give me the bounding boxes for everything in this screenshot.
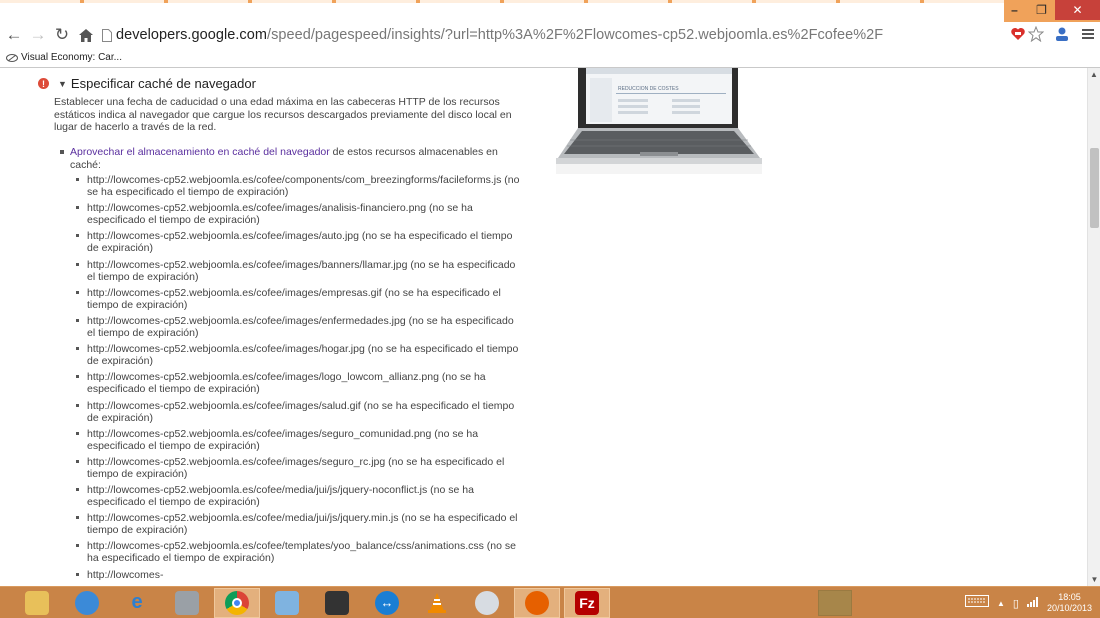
paint-palette-icon [475,590,499,615]
resource-list: http://lowcomes-cp52.webjoomla.es/cofee/… [76,174,520,586]
taskbar-movie-maker[interactable] [314,588,360,618]
rule-header[interactable]: ! ▼ Especificar caché de navegador [38,76,256,91]
globe-icon [75,590,99,615]
warning-icon: ! [38,78,49,89]
taskbar: e ↔ Fz ▲ ▯ 18:05 20/10/2013 [0,586,1100,618]
bullet [60,150,64,154]
scroll-down-icon[interactable]: ▼ [1088,573,1100,586]
system-tray: ▲ ▯ 18:05 20/10/2013 [964,587,1092,618]
menu-icon[interactable] [1079,25,1097,43]
close-button[interactable]: ✕ [1055,0,1100,20]
home-icon [79,28,93,42]
suggestion: Aprovechar el almacenamiento en caché de… [60,146,520,171]
page-content: ! ▼ Especificar caché de navegador Estab… [0,68,1087,586]
resource-item: http://lowcomes-cp52.webjoomla.es/cofee/… [76,371,520,395]
taskbar-vlc[interactable] [414,588,460,618]
browser-toolbar: ← → ↻ developers.google.com/speed/pagesp… [0,22,1100,48]
bookmark-favicon-icon [6,53,18,62]
resource-item: http://lowcomes-cp52.webjoomla.es/cofee/… [76,400,520,424]
taskbar-app-2[interactable] [64,588,110,618]
vlc-cone-icon [425,591,449,615]
address-bar[interactable]: developers.google.com/speed/pagespeed/in… [98,23,1100,47]
clock-date: 20/10/2013 [1046,603,1092,613]
resource-item: http://lowcomes-cp52.webjoomla.es/cofee/… [76,343,520,367]
taskbar-ie[interactable]: e [114,588,160,618]
taskbar-calculator[interactable] [264,588,310,618]
taskbar-chrome[interactable] [214,587,260,618]
calculator-icon [275,590,299,615]
keyboard-icon[interactable] [964,594,989,612]
tray-expand-icon[interactable]: ▲ [997,599,1005,608]
resource-item: http://lowcomes-cp52.webjoomla.es/cofee/… [76,456,520,480]
teamviewer-icon: ↔ [375,590,399,615]
bookmarks-bar: Visual Economy: Car... [0,48,1100,68]
resource-item: http://lowcomes-cp52.webjoomla.es/cofee/… [76,202,520,226]
resource-item: http://lowcomes-cp52.webjoomla.es/cofee/… [76,428,520,452]
resource-item: http://lowcomes-cp52.webjoomla.es/cofee/… [76,484,520,508]
restore-button[interactable]: ❐ [1028,0,1055,20]
clock-time: 18:05 [1058,592,1081,602]
user-avatar-icon[interactable] [1053,25,1071,43]
resource-item: http://lowcomes-cp52.webjoomla.es/cofee/… [76,540,520,564]
reload-button[interactable]: ↻ [50,23,74,47]
tab-strip: – ❐ ✕ [0,0,1100,22]
gear-tool-icon [175,590,199,615]
resource-item: http://lowcomes-cp52.webjoomla.es/cofee/… [76,174,520,198]
resource-item: http://lowcomes-cp52.webjoomla.es/cofee/… [76,287,520,311]
internet-explorer-icon: e [131,591,143,613]
taskbar-app-4[interactable] [164,588,210,618]
page-icon [98,28,116,42]
battery-icon[interactable]: ▯ [1013,597,1019,610]
scroll-up-icon[interactable]: ▲ [1088,68,1100,81]
forward-button[interactable]: → [26,23,50,47]
taskbar-teamviewer[interactable]: ↔ [364,588,410,618]
taskbar-paint[interactable] [464,588,510,618]
bookmark-label: Visual Economy: Car... [21,52,122,63]
resource-item: http://lowcomes- [76,569,520,586]
firefox-icon [525,590,549,615]
caret-down-icon: ▼ [58,78,67,89]
taskbar-filezilla[interactable]: Fz [564,587,610,618]
resource-item: http://lowcomes-cp52.webjoomla.es/cofee/… [76,512,520,536]
url-text: developers.google.com/speed/pagespeed/in… [116,27,884,43]
bookmark-item[interactable]: Visual Economy: Car... [6,52,122,63]
window-controls: – ❐ ✕ [1001,0,1100,20]
back-button[interactable]: ← [2,23,26,47]
minimize-button[interactable]: – [1001,0,1028,20]
clock[interactable]: 18:05 20/10/2013 [1047,592,1092,614]
folder-icon [25,590,49,615]
film-icon [325,590,349,615]
bookmark-star-icon[interactable] [1027,25,1045,43]
active-tab[interactable] [0,3,1004,22]
filezilla-icon: Fz [575,590,599,615]
taskbar-firefox[interactable] [514,587,560,618]
leverage-cache-link[interactable]: Aprovechar el almacenamiento en caché de… [70,146,330,158]
resource-item: http://lowcomes-cp52.webjoomla.es/cofee/… [76,230,520,254]
resource-item: http://lowcomes-cp52.webjoomla.es/cofee/… [76,259,520,283]
taskbar-explorer[interactable] [14,588,60,618]
home-button[interactable] [74,23,98,47]
laptop-screen-heading: REDUCCION DE COSTES [618,86,679,92]
scroll-thumb[interactable] [1090,148,1099,228]
network-icon[interactable] [1026,594,1039,612]
extension-icon[interactable] [1009,25,1027,43]
taskbar-thumbnail[interactable] [818,590,852,616]
laptop-preview-image: REDUCCION DE COSTES [556,68,762,174]
rule-title: Especificar caché de navegador [70,76,256,91]
vertical-scrollbar[interactable]: ▲ ▼ [1087,68,1100,586]
resource-item: http://lowcomes-cp52.webjoomla.es/cofee/… [76,315,520,339]
chrome-icon [225,590,249,615]
rule-description: Establecer una fecha de caducidad o una … [54,96,512,133]
